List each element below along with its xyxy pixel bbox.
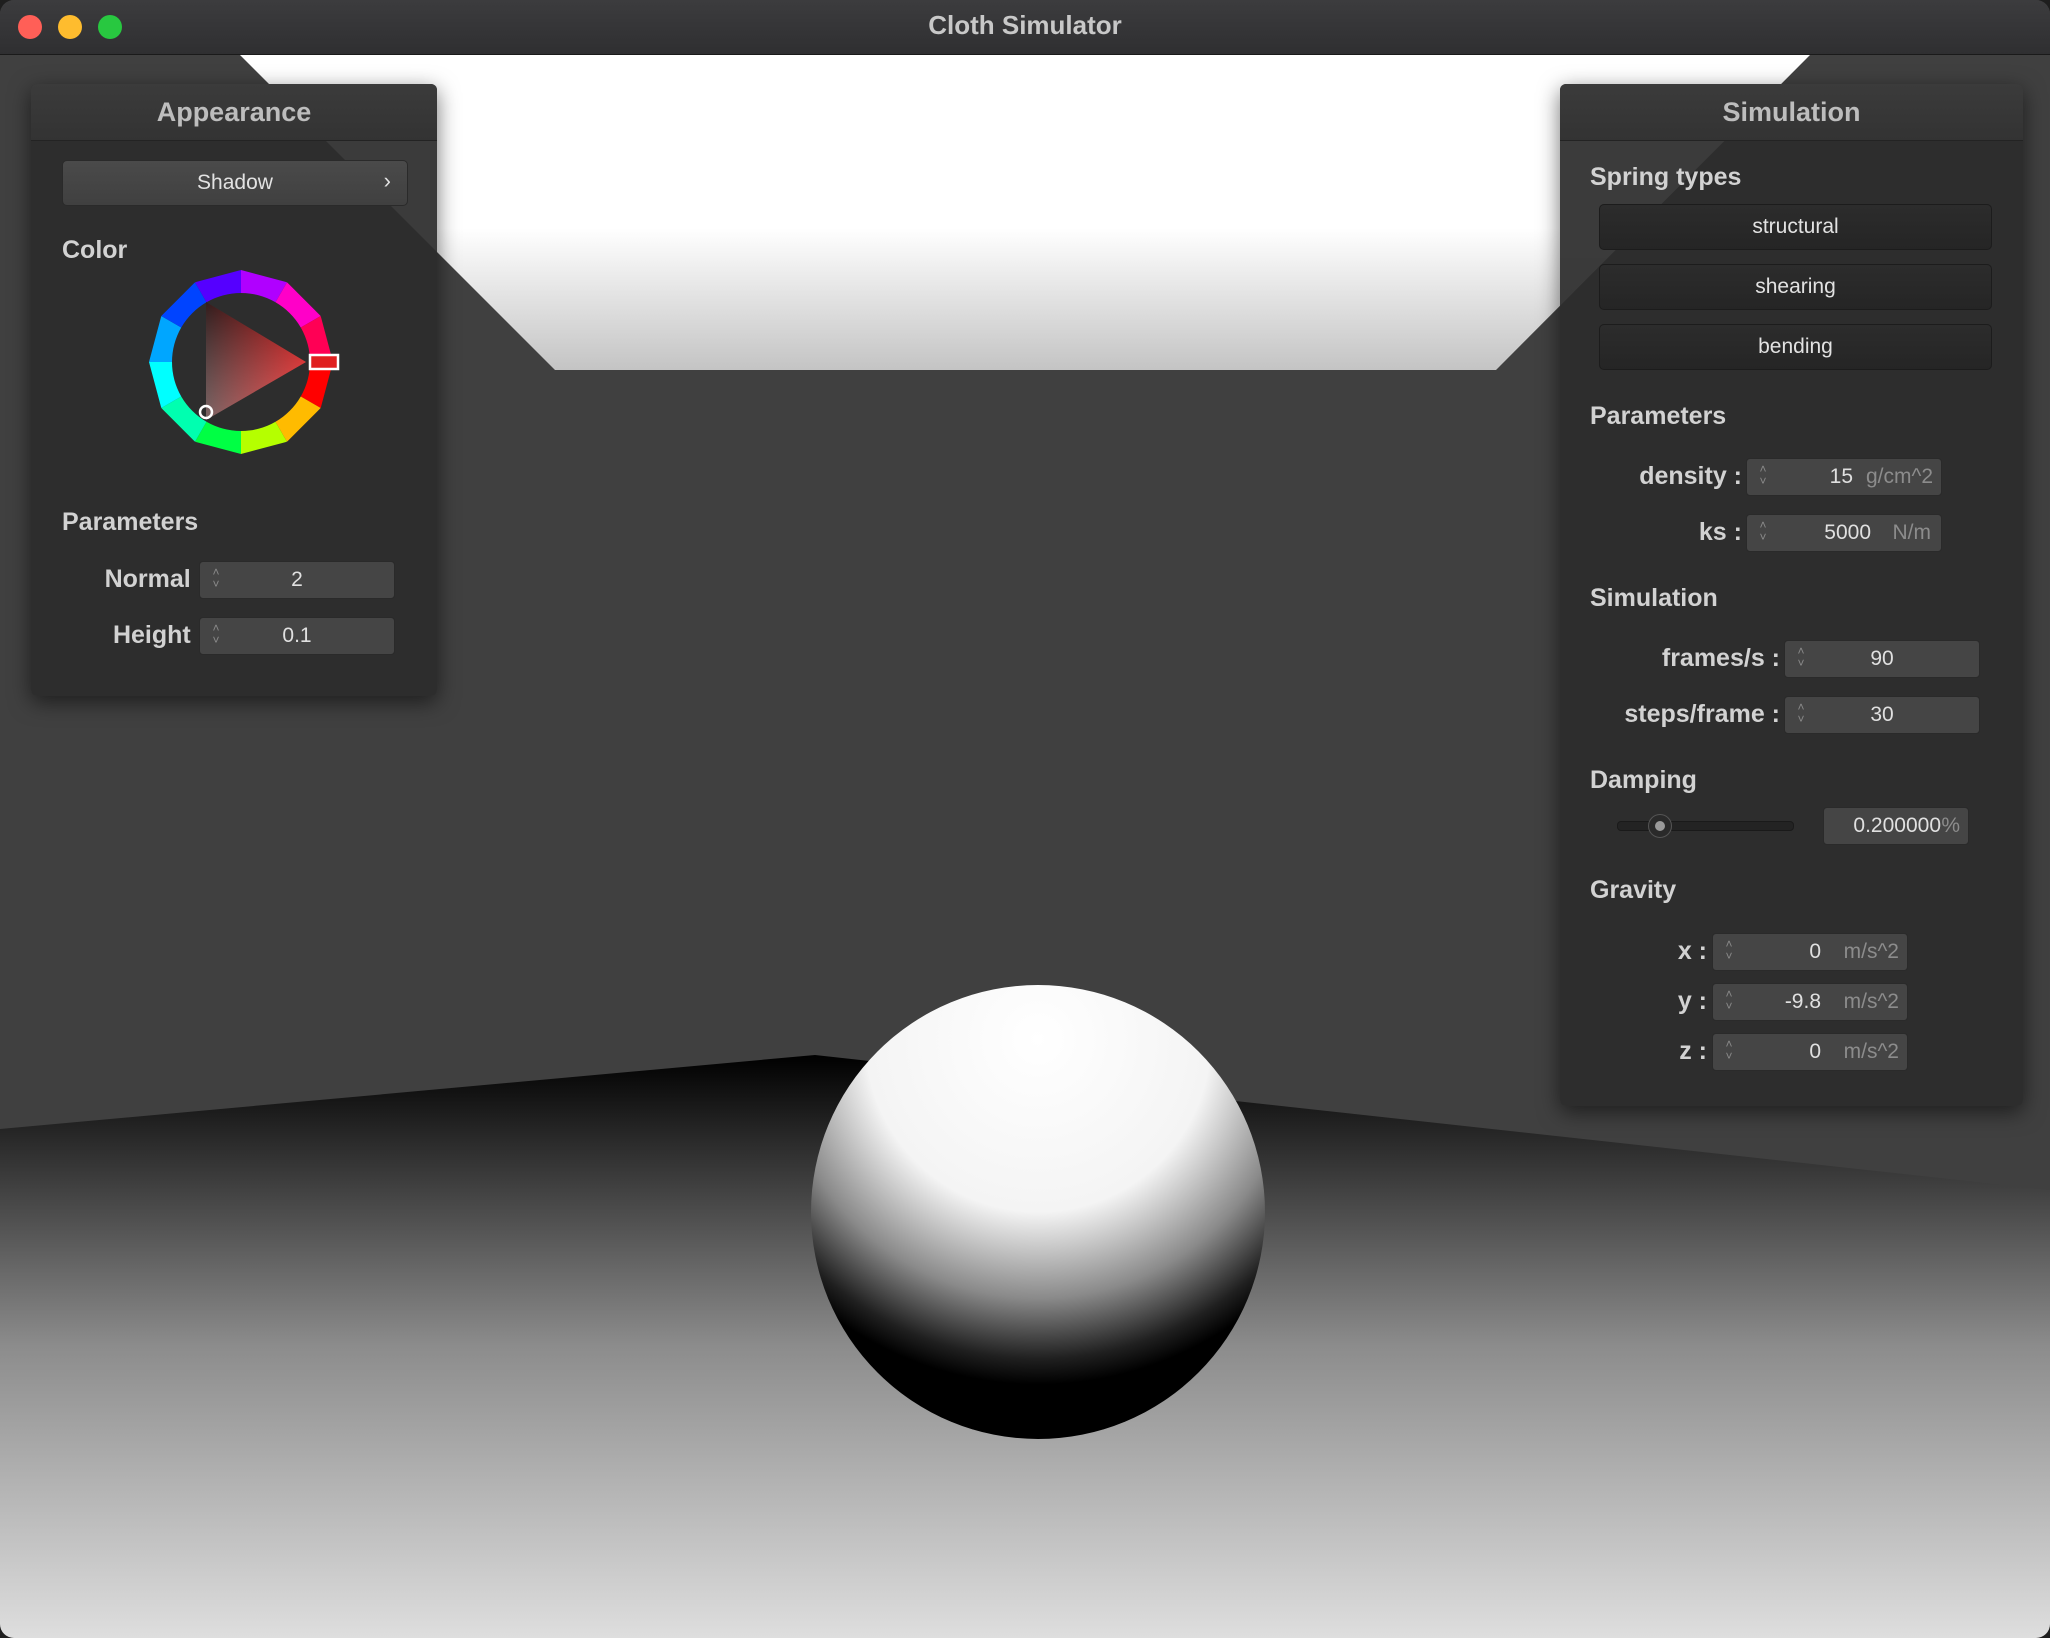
gravity-x-unit: m/s^2 [1843, 940, 1899, 963]
gravity-z-unit: m/s^2 [1843, 1040, 1899, 1063]
frames-per-second-label: frames/s : [1661, 644, 1780, 672]
steps-per-frame-value: 30 [1870, 703, 1894, 726]
gravity-y-value: -9.8 [1784, 990, 1821, 1013]
bending-toggle[interactable]: bending [1599, 324, 1992, 370]
stepper-arrows-icon[interactable]: ˄ ˅ [1723, 1038, 1735, 1066]
damping-input[interactable]: 0.200000 % [1823, 807, 1969, 845]
stepper-arrows-icon[interactable]: ˄ ˅ [1723, 938, 1735, 966]
density-input[interactable]: ˄ ˅ 15 g/cm^2 [1746, 458, 1942, 496]
ks-value: 5000 [1824, 521, 1871, 544]
spring-types-label: Spring types [1590, 163, 1742, 191]
window-title: Cloth Simulator [928, 10, 1122, 40]
steps-per-frame-input[interactable]: ˄ ˅ 30 [1784, 696, 1980, 734]
stepper-arrows-icon[interactable]: ˄ ˅ [1723, 988, 1735, 1016]
height-input[interactable]: ˄ ˅ 0.1 [199, 617, 395, 655]
appearance-panel-title: Appearance [31, 84, 437, 141]
simulation-parameters-label: Parameters [1590, 402, 1727, 430]
gravity-x-value: 0 [1809, 940, 1821, 963]
shadow-button-label: Shadow [197, 171, 273, 194]
frames-per-second-input[interactable]: ˄ ˅ 90 [1784, 640, 1980, 678]
app-window: Cloth Simulator Appearance Shadow › Colo… [0, 0, 2050, 1638]
ks-unit: N/m [1892, 521, 1932, 544]
damping-label: Damping [1590, 766, 1697, 794]
steps-per-frame-label: steps/frame : [1624, 700, 1780, 728]
damping-slider-track [1617, 821, 1794, 831]
frames-per-second-value: 90 [1870, 647, 1894, 670]
color-wheel[interactable] [141, 262, 341, 462]
gravity-y-unit: m/s^2 [1843, 990, 1899, 1013]
gravity-y-input[interactable]: ˄ ˅ -9.8 m/s^2 [1712, 983, 1908, 1021]
gravity-label: Gravity [1590, 876, 1677, 904]
hue-ring-marker [308, 353, 340, 371]
damping-slider-thumb[interactable] [1647, 814, 1672, 838]
ks-label: ks : [1698, 518, 1742, 546]
gravity-z-label: z : [1679, 1037, 1707, 1065]
simulation-panel: Simulation Spring types structural shear… [1560, 84, 2023, 1106]
density-label: density : [1639, 462, 1742, 490]
render-viewport[interactable]: Appearance Shadow › Color Parameters Nor… [0, 55, 2050, 1638]
chevron-right-icon: › [383, 168, 391, 193]
color-section-label: Color [62, 236, 128, 264]
stepper-arrows-icon[interactable]: ˄ ˅ [1757, 519, 1769, 547]
height-label: Height : [112, 621, 206, 649]
shadow-popup-button[interactable]: Shadow › [62, 160, 408, 206]
gravity-y-label: y : [1677, 987, 1707, 1015]
normal-value: 2 [291, 568, 303, 591]
density-unit: g/cm^2 [1865, 465, 1933, 488]
normal-input[interactable]: ˄ ˅ 2 [199, 561, 395, 599]
shearing-toggle[interactable]: shearing [1599, 264, 1992, 310]
gravity-z-value: 0 [1809, 1040, 1821, 1063]
gravity-x-input[interactable]: ˄ ˅ 0 m/s^2 [1712, 933, 1908, 971]
gravity-x-label: x : [1677, 937, 1707, 965]
normal-label: Normal : [104, 565, 206, 593]
height-value: 0.1 [282, 624, 312, 647]
title-bar: Cloth Simulator [0, 0, 2050, 55]
damping-unit: % [1941, 814, 1960, 837]
damping-slider[interactable] [1617, 814, 1794, 838]
simulation-section-label: Simulation [1590, 584, 1718, 612]
damping-value: 0.200000 [1853, 814, 1941, 837]
density-value: 15 [1829, 465, 1853, 488]
structural-toggle[interactable]: structural [1599, 204, 1992, 250]
ks-input[interactable]: ˄ ˅ 5000 N/m [1746, 514, 1942, 552]
gravity-z-input[interactable]: ˄ ˅ 0 m/s^2 [1712, 1033, 1908, 1071]
stepper-arrows-icon[interactable]: ˄ ˅ [1757, 463, 1769, 491]
appearance-panel: Appearance Shadow › Color Parameters Nor… [31, 84, 437, 696]
appearance-parameters-label: Parameters [62, 508, 199, 536]
simulation-panel-title: Simulation [1560, 84, 2023, 141]
